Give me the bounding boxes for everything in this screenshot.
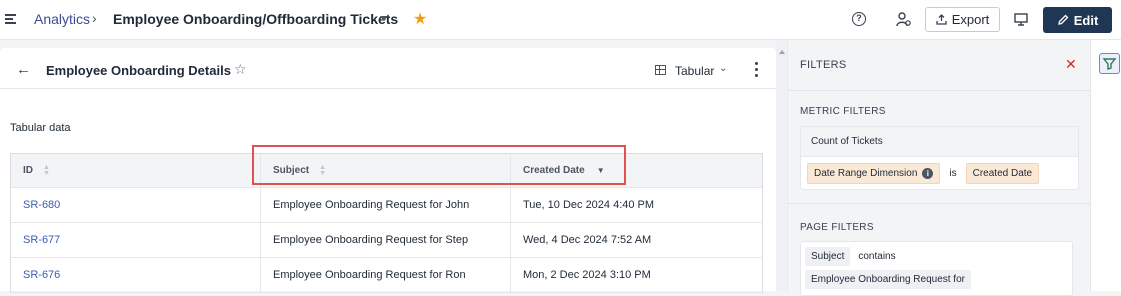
top-bar: Analytics › Employee Onboarding/Offboard… bbox=[0, 0, 1121, 40]
filter-icon bbox=[1102, 58, 1117, 70]
filter-toggle-button[interactable] bbox=[1099, 53, 1120, 74]
present-monitor-icon[interactable] bbox=[1014, 12, 1028, 28]
metric-name: Count of Tickets bbox=[801, 127, 1078, 157]
pencil-icon bbox=[1057, 14, 1069, 25]
subject-cell: Employee Onboarding Request for John bbox=[273, 199, 470, 211]
divider bbox=[788, 203, 1091, 204]
ticket-id-link[interactable]: SR-677 bbox=[23, 234, 60, 246]
value-chip[interactable]: Employee Onboarding Request for bbox=[805, 270, 971, 289]
subject-cell: Employee Onboarding Request for Step bbox=[273, 234, 469, 246]
metric-filter-card[interactable]: Count of Tickets Date Range Dimension i … bbox=[800, 126, 1079, 190]
close-icon[interactable]: ✕ bbox=[1065, 56, 1077, 73]
created-date-cell: Wed, 4 Dec 2024 7:52 AM bbox=[523, 234, 652, 246]
info-icon[interactable]: i bbox=[922, 168, 934, 179]
ticket-id-link[interactable]: SR-676 bbox=[23, 269, 60, 281]
chevron-down-icon[interactable] bbox=[380, 16, 388, 21]
column-header-id[interactable]: ID ▲ ▼ bbox=[11, 154, 261, 187]
scroll-up-icon[interactable] bbox=[779, 50, 785, 54]
page-title: Employee Onboarding/Offboarding Tickets bbox=[113, 11, 399, 27]
ticket-id-link[interactable]: SR-680 bbox=[23, 199, 60, 211]
view-selector[interactable]: Tabular bbox=[675, 64, 714, 78]
subject-cell: Employee Onboarding Request for Ron bbox=[273, 269, 466, 281]
table-row: SR-676 Employee Onboarding Request for R… bbox=[11, 258, 762, 293]
scrollbar[interactable] bbox=[776, 40, 786, 291]
created-date-cell: Tue, 10 Dec 2024 4:40 PM bbox=[523, 199, 655, 211]
highlight-box bbox=[252, 145, 626, 185]
right-rail bbox=[1090, 40, 1121, 291]
created-date-cell: Mon, 2 Dec 2024 3:10 PM bbox=[523, 269, 651, 281]
table-view-icon[interactable] bbox=[655, 65, 666, 75]
menu-icon[interactable] bbox=[5, 14, 16, 24]
operator-text: contains bbox=[858, 251, 896, 262]
operator-text: is bbox=[949, 168, 957, 179]
filters-title: FILTERS bbox=[800, 59, 847, 71]
table-row: SR-680 Employee Onboarding Request for J… bbox=[11, 188, 762, 223]
field-chip[interactable]: Subject bbox=[805, 247, 851, 266]
more-options-icon[interactable] bbox=[755, 62, 759, 80]
table-row: SR-677 Employee Onboarding Request for S… bbox=[11, 223, 762, 258]
report-panel: ← Employee Onboarding Details ☆ Tabular … bbox=[0, 48, 776, 293]
breadcrumb-analytics[interactable]: Analytics bbox=[34, 11, 90, 27]
divider bbox=[788, 90, 1091, 91]
dimension-chip[interactable]: Date Range Dimension i bbox=[807, 163, 941, 184]
export-button[interactable]: Export bbox=[925, 7, 1000, 32]
edit-button[interactable]: Edit bbox=[1043, 7, 1112, 33]
edit-label: Edit bbox=[1073, 12, 1099, 28]
page-filter-card[interactable]: Subject contains Employee Onboarding Req… bbox=[800, 241, 1073, 296]
share-users-icon[interactable] bbox=[896, 11, 912, 29]
value-chip[interactable]: Created Date bbox=[965, 163, 1040, 184]
page-filters-heading: PAGE FILTERS bbox=[800, 222, 874, 233]
export-label: Export bbox=[951, 12, 990, 27]
view-chevron-down-icon[interactable]: ⌄ bbox=[719, 63, 727, 74]
help-icon[interactable]: ? bbox=[852, 12, 866, 26]
report-title: Employee Onboarding Details bbox=[46, 63, 231, 78]
section-label: Tabular data bbox=[10, 122, 71, 134]
breadcrumb-separator-icon: › bbox=[92, 10, 97, 26]
sort-icon[interactable]: ▲ ▼ bbox=[43, 164, 50, 177]
filters-panel: FILTERS ✕ METRIC FILTERS Count of Ticket… bbox=[787, 40, 1091, 296]
metric-filters-heading: METRIC FILTERS bbox=[800, 106, 886, 117]
back-arrow-icon[interactable]: ← bbox=[16, 61, 31, 78]
favorite-star-icon[interactable]: ★ bbox=[413, 9, 427, 29]
favorite-outline-star-icon[interactable]: ☆ bbox=[234, 61, 247, 78]
upload-icon bbox=[936, 14, 947, 25]
divider bbox=[0, 88, 776, 89]
